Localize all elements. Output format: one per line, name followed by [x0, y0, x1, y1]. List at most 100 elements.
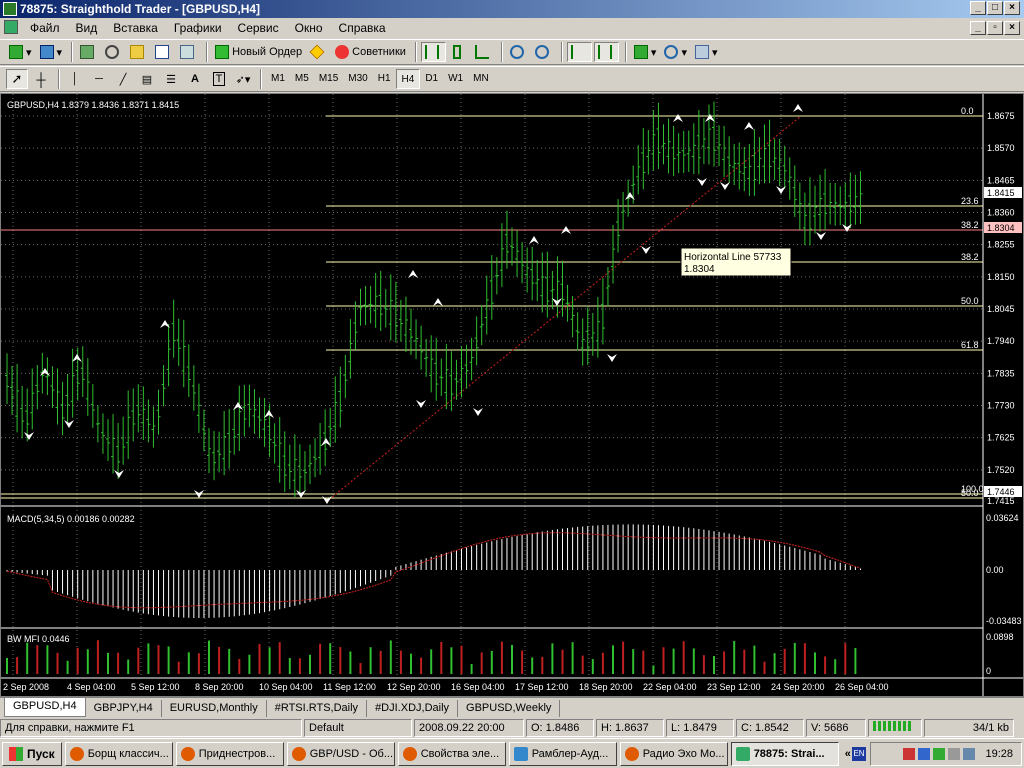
price-axis-label: 1.8675 [987, 111, 1015, 121]
taskbar-item-properties[interactable]: Свойства эле... [397, 741, 506, 766]
maximize-button[interactable]: □ [987, 1, 1003, 15]
trendline-icon: ╱ [119, 73, 127, 86]
timeframe-m15[interactable]: M15 [314, 69, 343, 89]
tab-dji-daily[interactable]: #DJI.XDJ,Daily [367, 700, 459, 717]
time-axis-label: 16 Sep 04:00 [451, 682, 505, 692]
tab-eurusd-monthly[interactable]: EURUSD,Monthly [162, 700, 267, 717]
menu-view[interactable]: Вид [68, 21, 106, 35]
taskbar-item-trader[interactable]: 78875: Strai... [730, 741, 839, 766]
tray-icon[interactable] [933, 748, 946, 760]
line-chart-button[interactable] [472, 42, 495, 62]
tab-rtsi-daily[interactable]: #RTSI.RTS,Daily [267, 700, 368, 717]
equidistant-channel-button[interactable]: ▤ [136, 69, 158, 89]
tray-icon[interactable] [918, 748, 931, 760]
chart-window-icon[interactable] [4, 20, 18, 34]
mdi-minimize-button[interactable]: _ [970, 21, 986, 35]
trendline-button[interactable]: ╱ [112, 69, 134, 89]
menu-charts[interactable]: Графики [166, 21, 230, 35]
taskbar-item-gbpusd[interactable]: GBP/USD - Об... [286, 741, 395, 766]
fibonacci-button[interactable]: ☰ [160, 69, 182, 89]
firefox-icon [291, 746, 306, 761]
timeframe-mn[interactable]: MN [468, 69, 494, 89]
taskbar-item-radio[interactable]: Радио Эхо Мо... [619, 741, 728, 766]
timeframe-h4[interactable]: H4 [395, 69, 421, 89]
mdi-close-button[interactable]: × [1004, 21, 1020, 35]
timeframe-m5[interactable]: M5 [290, 69, 314, 89]
zoom-out-button[interactable] [532, 42, 555, 62]
taskbar-item-rambler[interactable]: Рамблер-Ауд... [508, 741, 617, 766]
price-axis-label: 1.7625 [987, 433, 1015, 443]
zoom-in-button[interactable] [507, 42, 530, 62]
text-label-button[interactable]: T [208, 69, 230, 89]
timeframe-w1[interactable]: W1 [443, 69, 468, 89]
timeframe-h1[interactable]: H1 [373, 69, 396, 89]
tab-gbpusd-h4[interactable]: GBPUSD,H4 [4, 698, 86, 717]
menu-insert[interactable]: Вставка [105, 21, 166, 35]
fractal-down-arrow [607, 354, 617, 362]
market-watch-button[interactable] [77, 42, 100, 62]
time-axis-label: 17 Sep 12:00 [515, 682, 569, 692]
chart-shift-button[interactable] [593, 42, 619, 62]
terminal-button[interactable] [152, 42, 175, 62]
timeframe-m30[interactable]: M30 [343, 69, 372, 89]
bar-chart-button[interactable] [420, 42, 446, 62]
diamond-icon [309, 44, 325, 60]
close-button[interactable]: × [1004, 1, 1020, 15]
templates-button[interactable]: ▾ [692, 42, 721, 62]
arrows-button[interactable]: ➶▾ [232, 69, 254, 89]
price-axis-label: 1.7415 [987, 496, 1015, 506]
mdi-restore-button[interactable]: ▫ [987, 21, 1003, 35]
data-window-button[interactable] [102, 42, 125, 62]
metaeditor-button[interactable] [307, 42, 330, 62]
language-indicator[interactable]: EN [852, 747, 866, 761]
periods-button[interactable]: ▾ [661, 42, 690, 62]
menu-file[interactable]: Файл [22, 21, 68, 35]
line-studies-toolbar: ➚ ┼ │ ─ ╱ ▤ ☰ A T ➶▾ M1 M5 M15 M30 H1 H4… [0, 66, 1024, 92]
crosshair-icon [105, 45, 120, 59]
fractal-down-arrow [720, 182, 730, 190]
tab-gbpusd-weekly[interactable]: GBPUSD,Weekly [458, 700, 561, 717]
auto-scroll-button[interactable] [566, 42, 592, 62]
macd-tick-min: -0.03483 [986, 616, 1022, 626]
menu-help[interactable]: Справка [331, 21, 394, 35]
experts-button[interactable]: Советники [332, 42, 409, 62]
menu-window[interactable]: Окно [287, 21, 331, 35]
timeframe-d1[interactable]: D1 [420, 69, 443, 89]
firefox-icon [69, 746, 84, 761]
timeframe-m1[interactable]: M1 [266, 69, 290, 89]
chevron-left-icon[interactable]: « [845, 748, 851, 760]
mfi-tick-zero: 0 [986, 666, 991, 676]
taskbar-item-borsch[interactable]: Борщ классич... [64, 741, 173, 766]
text-button[interactable]: A [184, 69, 206, 89]
minimize-button[interactable]: _ [970, 1, 986, 15]
price-chart[interactable]: GBPUSD,H4 1.8379 1.8436 1.8371 1.8415 MA… [1, 94, 1023, 696]
tray-icon[interactable] [948, 748, 961, 760]
fractal-down-arrow [697, 178, 707, 186]
fractal-down-arrow [816, 232, 826, 240]
fractal-down-arrow [641, 246, 651, 254]
new-chart-button[interactable]: ▾ [6, 42, 35, 62]
fib-level-label: 23.6 [961, 196, 979, 206]
menu-tools[interactable]: Сервис [230, 21, 287, 35]
status-open: O: 1.8486 [526, 719, 594, 737]
tray-icon[interactable] [903, 748, 916, 760]
vertical-line-button[interactable]: │ [64, 69, 86, 89]
candlestick-button[interactable] [448, 42, 470, 62]
taskbar-item-pridnestrov[interactable]: Приднестров... [175, 741, 284, 766]
horizontal-line-icon: ─ [95, 73, 103, 85]
strategy-tester-button[interactable] [177, 42, 200, 62]
fractal-arrows [24, 104, 852, 504]
tray-icon[interactable] [963, 748, 976, 760]
profiles-button[interactable]: ▾ [37, 42, 66, 62]
chart-window[interactable]: GBPUSD,H4 1.8379 1.8436 1.8371 1.8415 MA… [0, 93, 1024, 697]
horizontal-line-button[interactable]: ─ [88, 69, 110, 89]
new-order-button[interactable]: Новый Ордер [212, 42, 305, 62]
crosshair-button[interactable]: ┼ [30, 69, 52, 89]
indicators-button[interactable]: ▾ [631, 42, 660, 62]
start-button[interactable]: Пуск [2, 741, 62, 766]
cursor-button[interactable]: ➚ [6, 69, 28, 89]
navigator-button[interactable] [127, 42, 150, 62]
tab-gbpjpy-h4[interactable]: GBPJPY,H4 [86, 700, 162, 717]
status-traffic: 34/1 kb [924, 719, 1014, 737]
new-order-label: Новый Ордер [232, 46, 303, 58]
